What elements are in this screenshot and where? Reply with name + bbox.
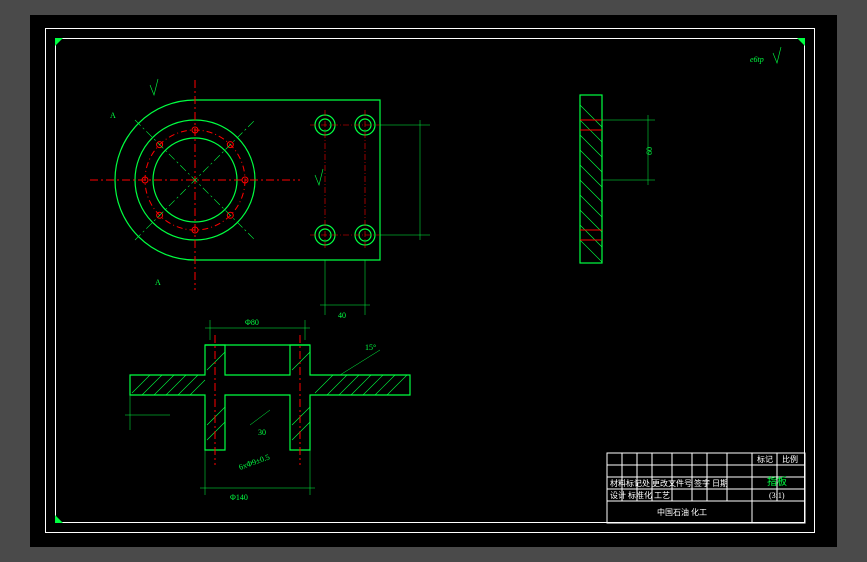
frame-markers: [55, 38, 805, 523]
